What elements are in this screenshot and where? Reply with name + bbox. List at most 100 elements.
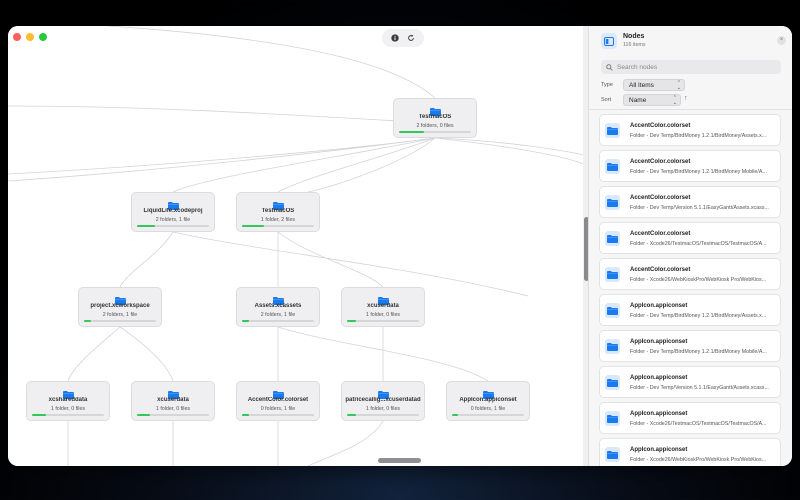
graph-node[interactable]: xcshareddata 1 folder, 0 files (26, 381, 110, 421)
type-label: Type (601, 82, 613, 88)
sort-select[interactable]: Name ⌃ ⌄ (623, 94, 681, 106)
graph-node[interactable]: LiquidLife.xcodeproj 2 folders, 1 file (131, 192, 215, 232)
list-item-name: AppIcon.appiconset (630, 339, 688, 345)
list-item[interactable]: AccentColor.colorset Folder - Dev Temp/Bi… (599, 150, 781, 182)
node-name: AppIcon.appiconset (459, 397, 517, 403)
sidebar-title: Nodes (623, 33, 645, 40)
chevron-updown-icon: ⌃ ⌄ (672, 95, 677, 106)
folder-icon (168, 386, 179, 399)
graph-canvas[interactable]: TestmacOS 2 folders, 0 files LiquidLife.xc… (8, 26, 588, 466)
node-progress (399, 131, 471, 133)
divider (589, 109, 792, 110)
node-summary: 0 folders, 1 file (260, 406, 296, 412)
node-summary: 1 folder, 0 files (50, 406, 86, 412)
sort-select-value: Name (629, 96, 647, 104)
node-name: project.xcworkspace (90, 303, 150, 309)
node-summary: 2 folders, 0 files (416, 123, 454, 129)
graph-node[interactable]: Assets.xcassets 2 folders, 1 file (236, 287, 320, 327)
node-summary: 2 folders, 1 file (102, 312, 138, 318)
list-item-name: AppIcon.appiconset (630, 447, 688, 453)
list-item-name: AccentColor.colorset (630, 123, 691, 129)
node-progress (137, 414, 209, 416)
node-summary: 2 folders, 1 file (155, 217, 191, 223)
graph-node[interactable]: TestmacOS 1 folder, 2 files (236, 192, 320, 232)
node-summary: 1 folder, 0 files (365, 406, 401, 412)
node-progress (347, 320, 419, 322)
refresh-icon[interactable] (406, 33, 416, 43)
horizontal-scrollbar[interactable] (378, 458, 421, 463)
type-select-value: All Items (629, 81, 654, 89)
graph-node[interactable]: xcuserdata 1 folder, 0 files (341, 287, 425, 327)
graph-node[interactable]: xcuserdata 1 folder, 0 files (131, 381, 215, 421)
graph-node[interactable]: AppIcon.appiconset 0 folders, 1 file (446, 381, 530, 421)
list-item[interactable]: AccentColor.colorset Folder - Xcode26/Tes… (599, 222, 781, 254)
folder-icon (483, 386, 494, 399)
list-item-name: AccentColor.colorset (630, 267, 691, 273)
folder-icon (605, 231, 620, 246)
node-summary: 0 folders, 1 file (470, 406, 506, 412)
list-item[interactable]: AppIcon.appiconset Folder - Dev Temp/Bird… (599, 294, 781, 326)
graph-node[interactable]: AccentColor.colorset 0 folders, 1 file (236, 381, 320, 421)
list-item-path: Folder - Xcode26/TestmacOS/TestmacOS/Tes… (630, 241, 767, 247)
window-minimize-button[interactable] (26, 33, 34, 41)
list-item[interactable]: AppIcon.appiconset Folder - Dev Temp/Vers… (599, 366, 781, 398)
graph-node[interactable]: patricecallig...xcuserdatad 1 folder, 0 f… (341, 381, 425, 421)
graph-node[interactable]: project.xcworkspace 2 folders, 1 file (78, 287, 162, 327)
node-summary: 1 folder, 0 files (155, 406, 191, 412)
list-item-path: Folder - Dev Temp/BirdMoney 1.2.1/BirdMo… (630, 349, 767, 355)
node-progress (242, 414, 314, 416)
sort-direction-icon[interactable]: ↑ (684, 95, 688, 102)
node-name: patricecallig...xcuserdatad (345, 397, 421, 403)
search-icon (606, 63, 613, 71)
folder-icon (378, 292, 389, 305)
list-item-path: Folder - Dev Temp/Version 5.1.1/EasyGant… (630, 205, 769, 211)
folder-icon (605, 303, 620, 318)
list-item-path: Folder - Xcode26/TestmacOS/TestmacOS/Tes… (630, 421, 767, 427)
node-progress (84, 320, 156, 322)
window-close-button[interactable] (13, 33, 21, 41)
graph-node[interactable]: TestmacOS 2 folders, 0 files (393, 98, 477, 138)
list-item-path: Folder - Xcode26/WebKioskPro/WebKiosk Pr… (630, 457, 767, 463)
list-item-name: AppIcon.appiconset (630, 411, 688, 417)
folder-icon (605, 195, 620, 210)
list-item[interactable]: AppIcon.appiconset Folder - Xcode26/WebKi… (599, 438, 781, 466)
info-icon[interactable] (390, 33, 400, 43)
list-item[interactable]: AppIcon.appiconset Folder - Dev Temp/Bird… (599, 330, 781, 362)
list-item-path: Folder - Dev Temp/BirdMoney 1.2.1/BirdMo… (630, 313, 767, 319)
sort-label: Sort (601, 97, 612, 103)
node-progress (137, 225, 209, 227)
folder-icon (430, 103, 441, 116)
close-icon[interactable]: × (777, 36, 786, 45)
folder-icon (605, 339, 620, 354)
nodes-sidebar: Nodes 116 items × Type All Items ⌃⌄ Sort… (588, 26, 792, 466)
node-name: LiquidLife.xcodeproj (143, 208, 203, 214)
chevron-updown-icon: ⌃ ⌄ (676, 80, 681, 91)
sidebar-panel-icon (601, 33, 617, 49)
folder-icon (273, 197, 284, 210)
type-select[interactable]: All Items ⌃ ⌄ (623, 79, 685, 91)
list-item-path: Folder - Dev Temp/BirdMoney 1.2.1/BirdMo… (630, 169, 767, 175)
list-item-name: AppIcon.appiconset (630, 375, 688, 381)
node-summary: 1 folder, 0 files (365, 312, 401, 318)
window-maximize-button[interactable] (39, 33, 47, 41)
list-item[interactable]: AccentColor.colorset Folder - Dev Temp/Bi… (599, 114, 781, 146)
search-field[interactable] (601, 60, 781, 74)
app-window: TestmacOS 2 folders, 0 files LiquidLife.xc… (8, 26, 792, 466)
node-name: TestmacOS (418, 114, 452, 120)
list-item-path: Folder - Xcode26/WebKioskPro/WebKiosk Pr… (630, 277, 767, 283)
list-item[interactable]: AccentColor.colorset Folder - Xcode26/Web… (599, 258, 781, 290)
node-progress (32, 414, 104, 416)
folder-icon (605, 159, 620, 174)
list-item[interactable]: AccentColor.colorset Folder - Dev Temp/Ve… (599, 186, 781, 218)
node-name: xcshareddata (48, 397, 88, 403)
folder-icon (63, 386, 74, 399)
folder-icon (605, 447, 620, 462)
list-item-name: AccentColor.colorset (630, 159, 691, 165)
search-input[interactable] (617, 63, 767, 71)
node-progress (242, 225, 314, 227)
list-item-name: AccentColor.colorset (630, 195, 691, 201)
list-item[interactable]: AppIcon.appiconset Folder - Xcode26/Testm… (599, 402, 781, 434)
list-item-name: AccentColor.colorset (630, 231, 691, 237)
list-item-path: Folder - Dev Temp/Version 5.1.1/EasyGant… (630, 385, 769, 391)
node-name: TestmacOS (261, 208, 295, 214)
